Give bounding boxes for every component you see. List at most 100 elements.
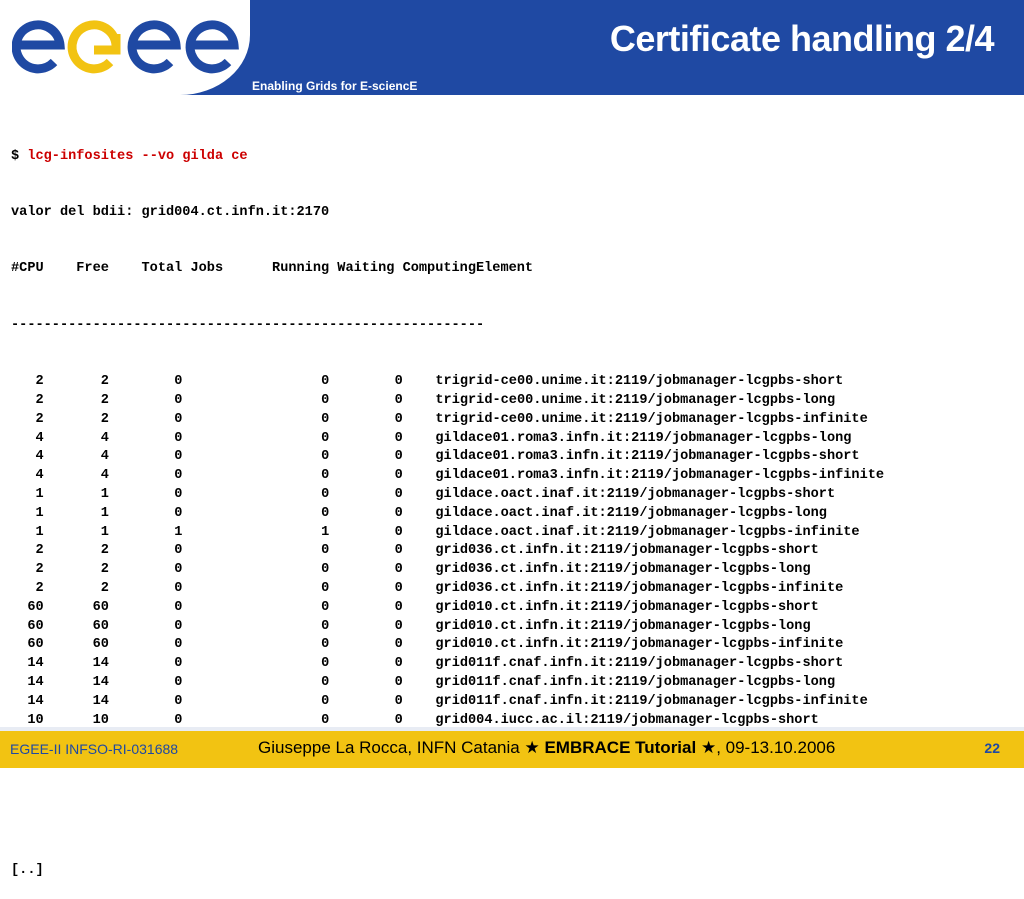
table-row: 2 2 0 0 0 grid036.ct.infn.it:2119/jobman… [11, 542, 1011, 561]
cpu-cell: 2 [35, 411, 44, 427]
cpu-cell: 1 [35, 505, 44, 521]
logo-panel: egee [0, 0, 250, 95]
waiting-cell: 0 [394, 430, 403, 446]
cpu-cell: 4 [35, 468, 44, 484]
free-cell: 2 [100, 411, 109, 427]
free-cell: 1 [100, 524, 109, 540]
computing-element-cell: grid036.ct.infn.it:2119/jobmanager-lcgpb… [435, 562, 811, 578]
cpu-cell: 60 [27, 599, 44, 615]
waiting-cell: 0 [394, 486, 403, 502]
cpu-cell: 4 [35, 449, 44, 465]
free-cell: 14 [92, 693, 109, 709]
computing-element-cell: gildace.oact.inaf.it:2119/jobmanager-lcg… [435, 505, 827, 521]
table-row: 60 60 0 0 0 grid010.ct.infn.it:2119/jobm… [11, 618, 1011, 637]
slide-title: Certificate handling 2/4 [609, 18, 995, 59]
cpu-cell: 1 [35, 486, 44, 502]
cpu-cell: 14 [27, 674, 44, 690]
free-cell: 14 [92, 656, 109, 672]
computing-element-cell: trigrid-ce00.unime.it:2119/jobmanager-lc… [435, 374, 844, 390]
project-id: EGEE-II INFSO-RI-031688 [10, 741, 179, 757]
computing-element-cell: gildace.oact.inaf.it:2119/jobmanager-lcg… [435, 486, 836, 502]
ce-table: 2 2 0 0 0 trigrid-ce00.unime.it:2119/job… [11, 373, 1011, 768]
table-row: 60 60 0 0 0 grid010.ct.infn.it:2119/jobm… [11, 636, 1011, 655]
waiting-cell: 0 [394, 580, 403, 596]
cpu-cell: 4 [35, 430, 44, 446]
separator-line: ----------------------------------------… [11, 317, 485, 333]
waiting-cell: 0 [394, 411, 403, 427]
page-number: 22 [984, 740, 1000, 756]
computing-element-cell: grid011f.cnaf.infn.it:2119/jobmanager-lc… [435, 674, 836, 690]
table-row: 4 4 0 0 0 gildace01.roma3.infn.it:2119/j… [11, 430, 1011, 449]
free-cell: 10 [92, 712, 109, 728]
computing-element-cell: trigrid-ce00.unime.it:2119/jobmanager-lc… [435, 392, 836, 408]
computing-element-cell: grid004.iucc.ac.il:2119/jobmanager-lcgpb… [435, 712, 819, 728]
free-cell: 60 [92, 599, 109, 615]
waiting-cell: 0 [394, 712, 403, 728]
tagline: Enabling Grids for E-sciencE [252, 79, 418, 93]
waiting-cell: 0 [394, 618, 403, 634]
cpu-cell: 1 [35, 524, 44, 540]
slide-footer: EGEE-II INFSO-RI-031688 Giuseppe La Rocc… [0, 731, 1024, 768]
waiting-cell: 0 [394, 693, 403, 709]
table-row: 2 2 0 0 0 trigrid-ce00.unime.it:2119/job… [11, 392, 1011, 411]
waiting-cell: 0 [394, 524, 403, 540]
terminal-output: $ lcg-infosites --vo gilda ce valor del … [11, 110, 1011, 899]
logo-text: egee [12, 12, 15, 13]
table-row: 4 4 0 0 0 gildace01.roma3.infn.it:2119/j… [11, 448, 1011, 467]
free-cell: 1 [100, 486, 109, 502]
free-cell: 60 [92, 618, 109, 634]
computing-element-cell: grid036.ct.infn.it:2119/jobmanager-lcgpb… [435, 543, 819, 559]
author-text: Giuseppe La Rocca, INFN Catania [258, 738, 520, 757]
slide-header: egee Certificate handling 2/4 Enabling G… [0, 0, 1024, 95]
table-row: 1 1 1 1 0 gildace.oact.inaf.it:2119/jobm… [11, 524, 1011, 543]
waiting-cell: 0 [394, 637, 403, 653]
cpu-cell: 2 [35, 543, 44, 559]
free-cell: 4 [100, 468, 109, 484]
table-row: 14 14 0 0 0 grid011f.cnaf.infn.it:2119/j… [11, 693, 1011, 712]
table-row: 14 14 0 0 0 grid011f.cnaf.infn.it:2119/j… [11, 655, 1011, 674]
free-cell: 2 [100, 392, 109, 408]
waiting-cell: 0 [394, 543, 403, 559]
free-cell: 14 [92, 674, 109, 690]
waiting-cell: 0 [394, 562, 403, 578]
table-row: 2 2 0 0 0 grid036.ct.infn.it:2119/jobman… [11, 561, 1011, 580]
cpu-cell: 2 [35, 562, 44, 578]
cpu-cell: 2 [35, 392, 44, 408]
waiting-cell: 0 [394, 674, 403, 690]
star-icon: ★ [700, 738, 717, 757]
cpu-cell: 60 [27, 618, 44, 634]
free-cell: 60 [92, 637, 109, 653]
egee-logo: egee [12, 12, 239, 74]
waiting-cell: 0 [394, 374, 403, 390]
column-header-line: #CPU Free Total Jobs Running Waiting Com… [11, 261, 534, 277]
computing-element-cell: gildace.oact.inaf.it:2119/jobmanager-lcg… [435, 524, 860, 540]
command-line: $ lcg-infosites --vo gilda ce [11, 148, 1011, 167]
free-cell: 1 [100, 505, 109, 521]
free-cell: 4 [100, 449, 109, 465]
computing-element-cell: gildace01.roma3.infn.it:2119/jobmanager-… [435, 468, 885, 484]
cpu-cell: 14 [27, 656, 44, 672]
table-row: 2 2 0 0 0 grid036.ct.infn.it:2119/jobman… [11, 580, 1011, 599]
waiting-cell: 0 [394, 392, 403, 408]
cpu-cell: 2 [35, 374, 44, 390]
waiting-cell: 0 [394, 599, 403, 615]
waiting-cell: 0 [394, 505, 403, 521]
free-cell: 2 [100, 543, 109, 559]
computing-element-cell: grid011f.cnaf.infn.it:2119/jobmanager-lc… [435, 693, 868, 709]
free-cell: 4 [100, 430, 109, 446]
footer-credits: Giuseppe La Rocca, INFN Catania ★ EMBRAC… [258, 738, 835, 758]
cpu-cell: 2 [35, 580, 44, 596]
ellipsis-line: [..] [11, 862, 44, 878]
table-row: 1 1 0 0 0 gildace.oact.inaf.it:2119/jobm… [11, 505, 1011, 524]
free-cell: 2 [100, 562, 109, 578]
waiting-cell: 0 [394, 656, 403, 672]
computing-element-cell: gildace01.roma3.infn.it:2119/jobmanager-… [435, 449, 860, 465]
cpu-cell: 60 [27, 637, 44, 653]
cpu-cell: 10 [27, 712, 44, 728]
table-row: 60 60 0 0 0 grid010.ct.infn.it:2119/jobm… [11, 599, 1011, 618]
free-cell: 2 [100, 374, 109, 390]
event-dates: , 09-13.10.2006 [716, 738, 836, 757]
computing-element-cell: trigrid-ce00.unime.it:2119/jobmanager-lc… [435, 411, 868, 427]
prompt-symbol: $ [11, 148, 28, 164]
